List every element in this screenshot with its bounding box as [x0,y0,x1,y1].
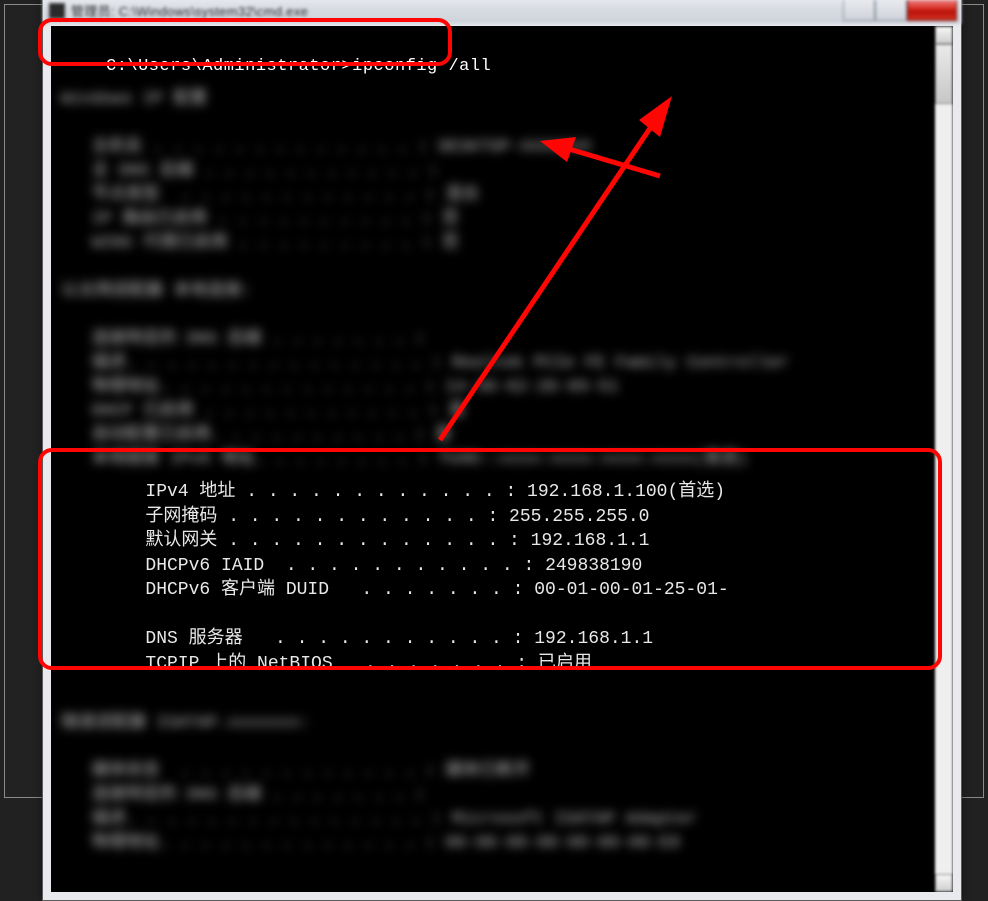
network-info-block: IPv4 地址 . . . . . . . . . . . . : 192.16… [113,480,729,676]
scroll-down-button[interactable] [935,874,953,892]
scroll-thumb[interactable] [935,44,953,104]
window-title: 管理员: C:\Windows\system32\cmd.exe [71,1,843,20]
console-blurred-output: Windows IP 配置 主机名 . . . . . . . . . . . … [51,26,935,892]
left-background-strip [5,5,42,797]
titlebar[interactable]: 管理员: C:\Windows\system32\cmd.exe [43,0,961,24]
command-line: C:\Users\Administrator>ipconfig /all [106,57,491,76]
scrollbar[interactable] [935,26,953,892]
scroll-up-button[interactable] [935,26,953,44]
close-button[interactable] [907,0,957,21]
command-text: C:\Users\Administrator>ipconfig /all [106,57,491,76]
window-buttons [843,0,957,21]
maximize-button[interactable] [875,0,907,21]
console-area[interactable]: Windows IP 配置 主机名 . . . . . . . . . . . … [51,26,953,892]
cmd-window: 管理员: C:\Windows\system32\cmd.exe Windows… [42,0,962,901]
minimize-button[interactable] [843,0,875,21]
cmd-icon [49,3,65,19]
